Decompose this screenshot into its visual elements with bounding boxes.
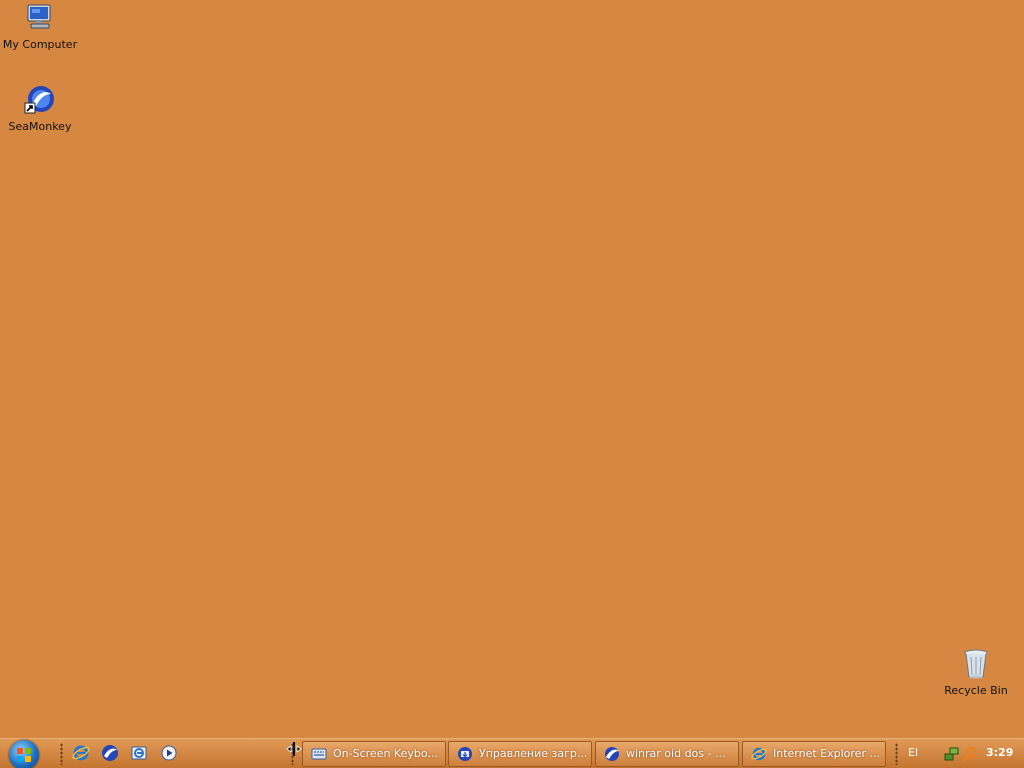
show-desktop-icon[interactable] [130,744,150,764]
language-indicator[interactable]: El [908,746,918,759]
desktop-icon-seamonkey[interactable]: SeaMonkey [0,84,80,133]
taskbar-button-on-screen-keyboard[interactable]: On-Screen Keybo... [302,741,446,767]
desktop-icon-label: SeaMonkey [8,120,72,133]
desktop-icon-label: My Computer [2,38,78,51]
system-tray: El 3:29 [900,739,1024,768]
internet-explorer-icon[interactable] [72,744,92,764]
taskbar-button-label: winrar oid dos - ... [626,747,726,760]
recycle-bin-icon [960,648,992,680]
start-button[interactable] [9,740,39,768]
seamonkey-icon [24,84,56,116]
taskbar-button-seamonkey-window[interactable]: winrar oid dos - ... [595,741,739,767]
desktop-icon-my-computer[interactable]: My Computer [0,2,80,51]
seamonkey-icon [604,746,620,762]
windows-start-orb-icon [17,748,31,762]
seamonkey-icon[interactable] [101,744,121,764]
desktop-icon-recycle-bin[interactable]: Recycle Bin [936,648,1016,697]
my-computer-icon [24,2,56,34]
internet-explorer-icon [751,746,767,762]
download-manager-icon [457,746,473,762]
search-icon[interactable] [962,746,978,762]
desktop[interactable]: My Computer SeaMonkey Recycle Bin On-Scr… [0,0,1024,768]
clock[interactable]: 3:29 [986,746,1013,759]
taskbar-button-label: On-Screen Keybo... [333,747,438,760]
toolbar-grip[interactable] [895,743,898,765]
resize-cursor-icon [286,741,302,757]
taskbar-button-internet-explorer[interactable]: Internet Explorer ... [742,741,886,767]
taskbar-button-download-manager[interactable]: Управление загр... [448,741,592,767]
keyboard-icon [311,746,327,762]
network-icon[interactable] [944,746,960,762]
taskbar-button-label: Управление загр... [479,747,588,760]
toolbar-grip[interactable] [60,743,63,765]
media-player-icon[interactable] [160,744,180,764]
taskbar-button-label: Internet Explorer ... [773,747,880,760]
desktop-icon-label: Recycle Bin [944,684,1008,697]
taskbar: On-Screen Keybo... Управление загр... wi… [0,738,1024,768]
